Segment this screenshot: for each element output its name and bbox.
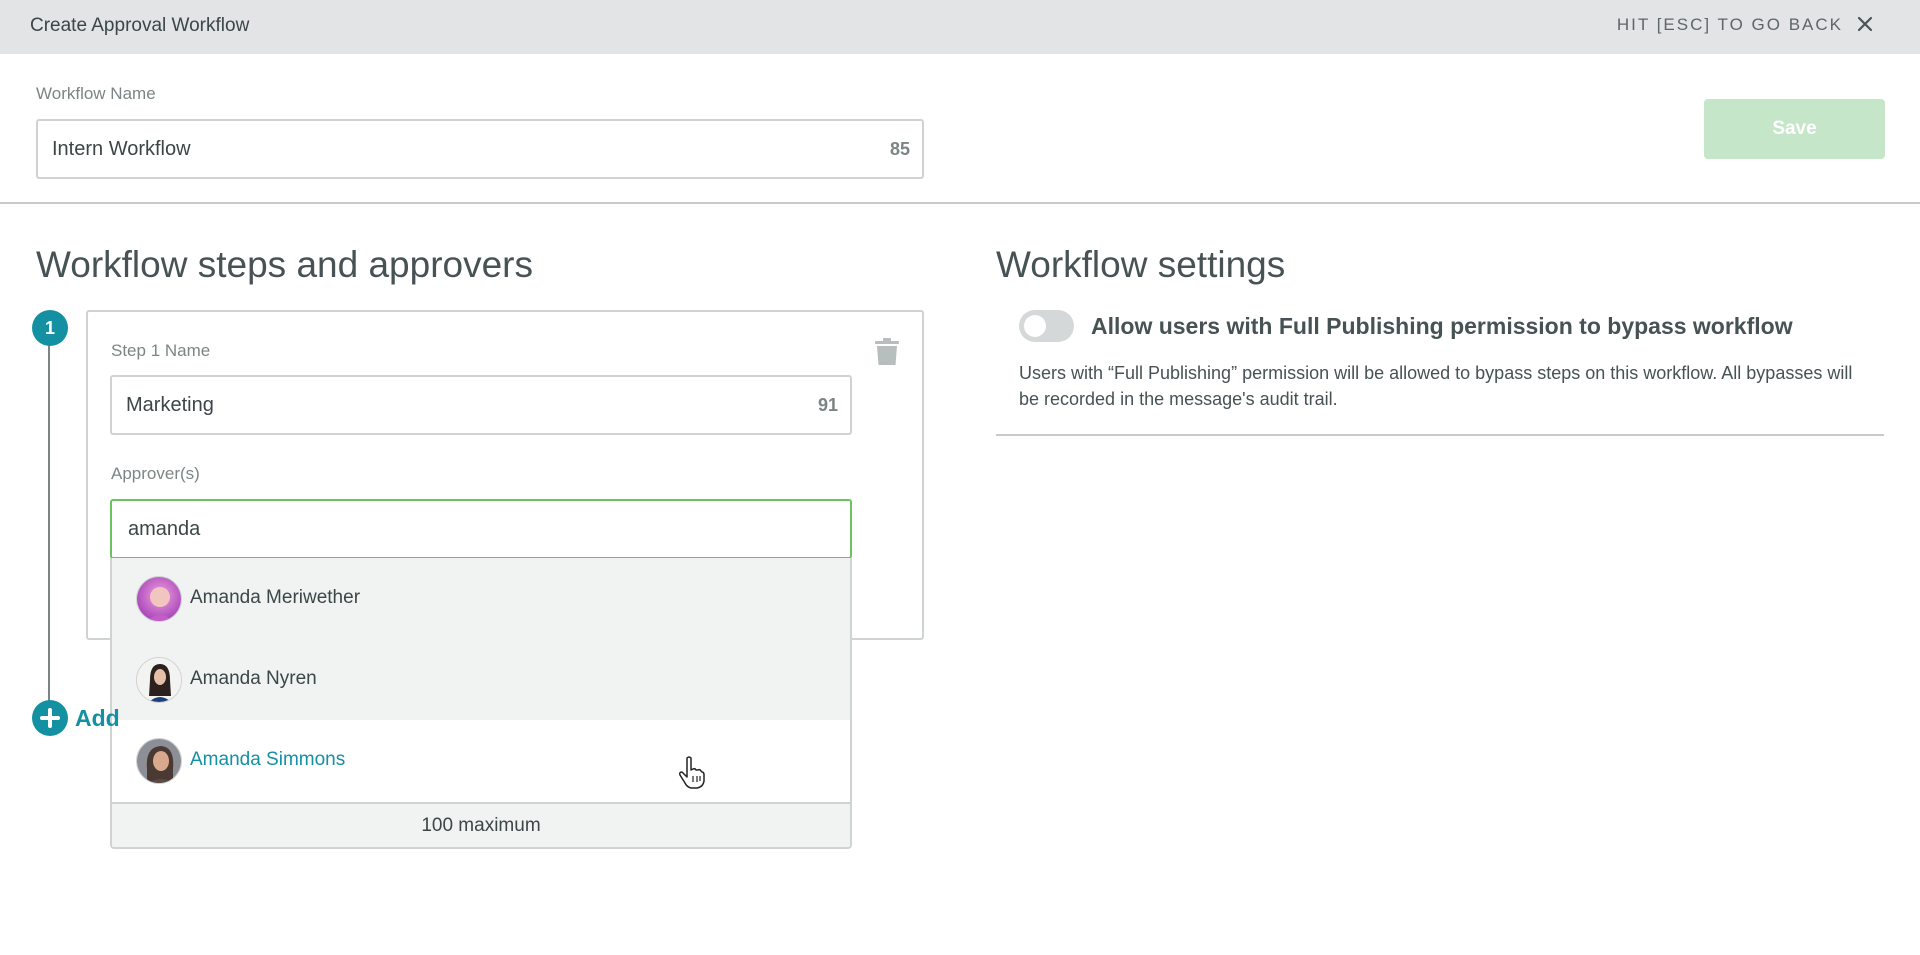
approvers-label: Approver(s): [111, 464, 200, 483]
settings-divider: [996, 434, 1884, 436]
suggestion-name: Amanda Meriwether: [190, 587, 361, 608]
avatar: [136, 738, 182, 784]
save-button[interactable]: Save: [1704, 99, 1885, 159]
toggle-knob: [1024, 315, 1046, 337]
plus-icon: [32, 700, 68, 736]
add-step-label: Add: [75, 704, 120, 731]
bypass-setting-description: Users with “Full Publishing” permission …: [1019, 363, 1853, 409]
workflow-name-value: Intern Workflow: [52, 138, 191, 160]
step-rail: [48, 345, 50, 705]
esc-hint: HIT [ESC] TO GO BACK: [1616, 15, 1843, 34]
delete-step-button[interactable]: [874, 338, 900, 366]
bypass-workflow-toggle[interactable]: [1019, 310, 1074, 342]
close-button[interactable]: [1850, 9, 1880, 39]
page-title: Create Approval Workflow: [30, 15, 250, 36]
workflow-name-char-count: 85: [889, 139, 910, 159]
bypass-setting-title: Allow users with Full Publishing permiss…: [1091, 313, 1793, 339]
avatar: [136, 576, 182, 622]
approver-suggestions-dropdown: Amanda Meriwether Amanda Nyren Amanda Si…: [110, 558, 852, 849]
suggestion-item-amanda-meriwether[interactable]: Amanda Meriwether: [112, 558, 850, 639]
approver-search-input[interactable]: [110, 499, 852, 559]
suggestion-name: Amanda Nyren: [190, 668, 317, 689]
step-number-badge: 1: [32, 310, 68, 346]
suggestion-name: Amanda Simmons: [190, 749, 346, 770]
avatar: [136, 657, 182, 703]
steps-section-title: Workflow steps and approvers: [36, 244, 533, 285]
trash-icon: [875, 338, 899, 365]
step-name-value: Marketing: [126, 394, 214, 416]
step-name-label: Step 1 Name: [111, 341, 211, 360]
header-divider: [0, 202, 1920, 204]
suggestion-item-amanda-nyren[interactable]: Amanda Nyren: [112, 639, 850, 720]
close-icon: [1857, 16, 1873, 32]
hand-cursor-icon: [679, 756, 705, 789]
add-step-button[interactable]: Add: [32, 700, 120, 736]
workflow-name-input[interactable]: Intern Workflow 85: [36, 119, 924, 179]
step-name-input[interactable]: Marketing 91: [110, 375, 852, 435]
settings-section-title: Workflow settings: [996, 244, 1286, 285]
top-bar: Create Approval Workflow HIT [ESC] TO GO…: [0, 0, 1920, 54]
suggestions-footer: 100 maximum: [112, 802, 850, 847]
workflow-name-label: Workflow Name: [36, 84, 156, 103]
suggestion-item-amanda-simmons[interactable]: Amanda Simmons: [112, 720, 850, 801]
step-name-char-count: 91: [817, 395, 838, 415]
